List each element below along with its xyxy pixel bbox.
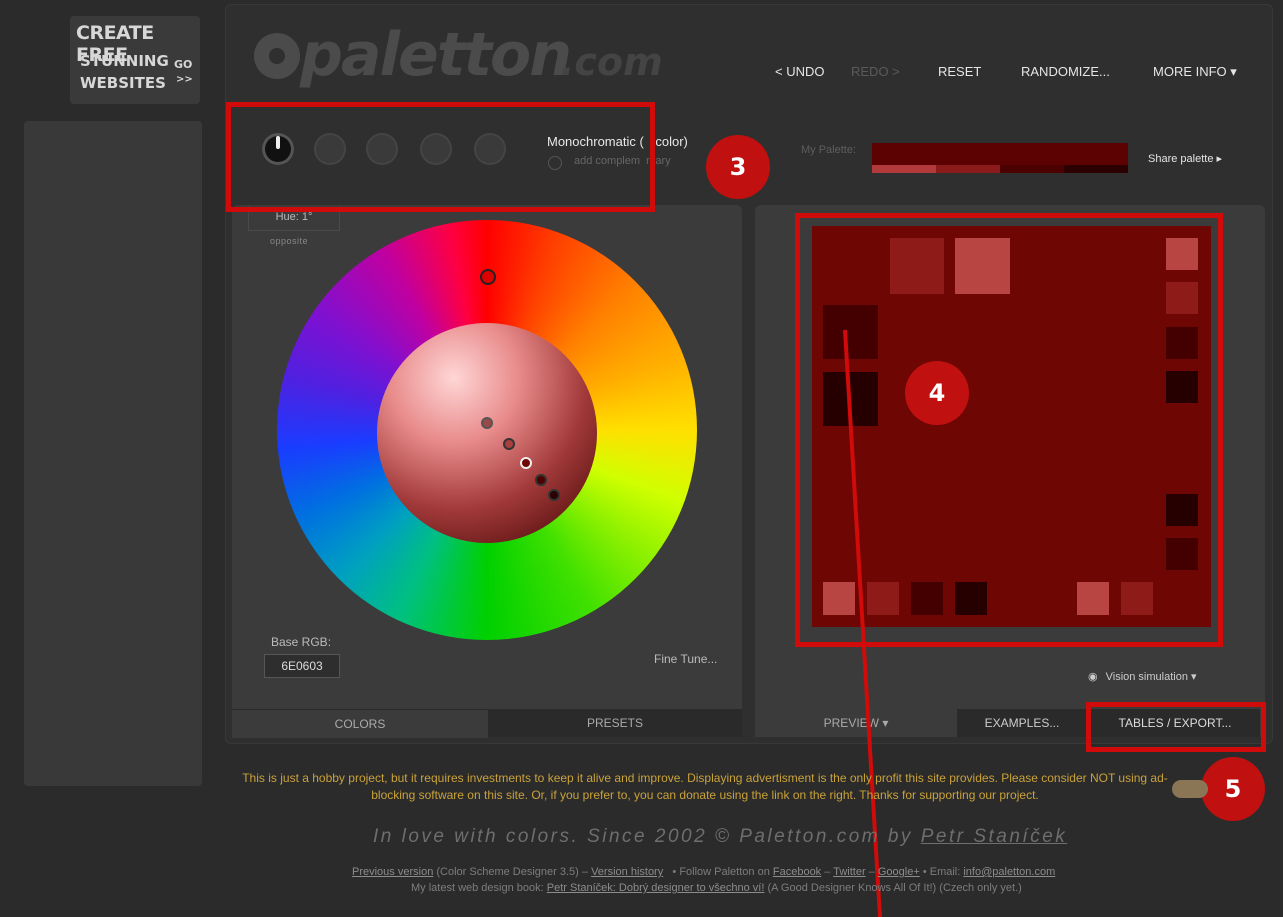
annotation-badge-4: 4 [905,361,969,425]
footer-line1: Previous version (Color Scheme Designer … [352,866,1056,878]
palette-swatch [872,165,936,173]
logo-domain: .com [560,40,663,84]
google-link[interactable]: Google+ [878,866,920,878]
promo-go: GO [174,58,193,71]
tone-handle[interactable] [548,489,560,501]
vision-simulation-menu[interactable]: ◉ Vision simulation ▾ [1088,670,1197,683]
version-history-link[interactable]: Version history [591,866,663,878]
palette-swatch [1000,165,1064,173]
undo-button[interactable]: < UNDO [775,64,824,79]
previous-version-link[interactable]: Previous version [352,866,433,878]
promo-line3: WEBSITES [80,74,166,92]
left-ad-panel [24,121,202,786]
opposite-link[interactable]: opposite [270,236,308,246]
logo-text: paletton [300,20,572,90]
tone-handle[interactable] [535,474,547,486]
tagline: In love with colors. Since 2002 © Palett… [373,826,1068,847]
author-link[interactable]: Petr Staníček [921,826,1068,847]
palette-swatch [1064,165,1128,173]
tone-handle[interactable] [503,438,515,450]
ad-notice: This is just a hobby project, but it req… [242,771,1168,802]
tone-handle[interactable] [481,417,493,429]
eye-icon: ◉ [1088,671,1098,683]
annotation-box-3 [226,102,655,212]
vision-simulation-label: Vision simulation ▾ [1105,671,1197,683]
book-link[interactable]: Petr Staníček: Dobrý designer to všechno… [547,882,765,894]
share-palette-link[interactable]: Share palette ▸ [1148,152,1222,165]
fine-tune-link[interactable]: Fine Tune... [654,652,717,666]
base-tone-handle[interactable] [520,457,532,469]
promo-line2: STUNNING [80,52,169,70]
tab-presets[interactable]: PRESETS [488,709,742,737]
logo-icon [254,33,300,79]
more-info-button[interactable]: MORE INFO ▾ [1153,64,1237,80]
annotation-box-5 [1086,702,1266,752]
email-link[interactable]: info@paletton.com [963,866,1055,878]
tab-colors[interactable]: COLORS [232,709,488,738]
promo-banner[interactable]: CREATE FREE STUNNING WEBSITES GO >> [70,16,200,104]
twitter-link[interactable]: Twitter [833,866,865,878]
palette-swatch [936,165,1000,173]
footer-line2: My latest web design book: Petr Staníček… [411,882,1022,894]
base-rgb-input[interactable]: 6E0603 [264,654,340,678]
annotation-badge-5: 5 [1201,757,1265,821]
hue-handle[interactable] [480,269,496,285]
facebook-link[interactable]: Facebook [773,866,821,878]
reset-button[interactable]: RESET [938,64,981,79]
randomize-button[interactable]: RANDOMIZE... [1021,64,1110,79]
donate-button[interactable] [1172,780,1208,798]
promo-arrows: >> [176,74,193,85]
redo-button[interactable]: REDO > [851,64,900,79]
tab-examples[interactable]: EXAMPLES... [957,709,1087,737]
my-palette-label: My Palette: [801,144,857,156]
my-palette-bar[interactable] [872,143,1128,173]
annotation-badge-3: 3 [706,135,770,199]
base-rgb-label: Base RGB: [271,635,332,649]
saturation-brightness-disc[interactable] [377,323,597,543]
